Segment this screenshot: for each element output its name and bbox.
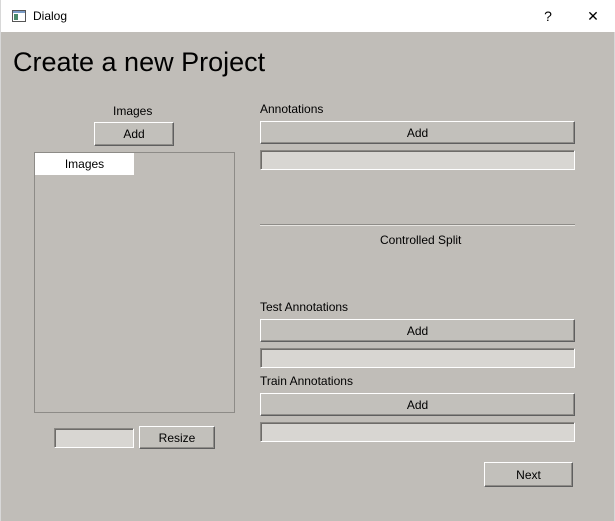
train-annotations-label: Train Annotations (260, 374, 353, 388)
window-title: Dialog (33, 9, 68, 23)
resize-button[interactable]: Resize (139, 426, 215, 449)
annotations-path-field[interactable] (260, 150, 575, 170)
close-icon: ✕ (587, 7, 599, 24)
images-list-header[interactable]: Images (35, 153, 134, 175)
add-annotations-button[interactable]: Add (260, 121, 575, 144)
add-test-annotations-button[interactable]: Add (260, 319, 575, 342)
images-list[interactable]: Images (34, 152, 235, 413)
page-title: Create a new Project (13, 47, 266, 77)
resize-input[interactable] (54, 428, 134, 448)
test-annotations-label: Test Annotations (260, 300, 349, 314)
add-images-button[interactable]: Add (94, 122, 174, 146)
controlled-split-label: Controlled Split (380, 233, 462, 247)
dialog-window: Dialog ? ✕ Create a new Project Images A… (0, 0, 615, 521)
next-button[interactable]: Next (484, 462, 573, 487)
app-window-icon (12, 10, 26, 22)
train-annotations-path-field[interactable] (260, 422, 575, 442)
images-label: Images (113, 104, 153, 118)
separator-line (260, 224, 575, 226)
title-bar: Dialog ? ✕ (1, 0, 615, 32)
add-train-annotations-button[interactable]: Add (260, 393, 575, 416)
close-button[interactable]: ✕ (570, 0, 615, 32)
test-annotations-path-field[interactable] (260, 348, 575, 368)
annotations-label: Annotations (260, 102, 324, 116)
help-icon: ? (544, 8, 552, 24)
help-button[interactable]: ? (525, 0, 571, 32)
